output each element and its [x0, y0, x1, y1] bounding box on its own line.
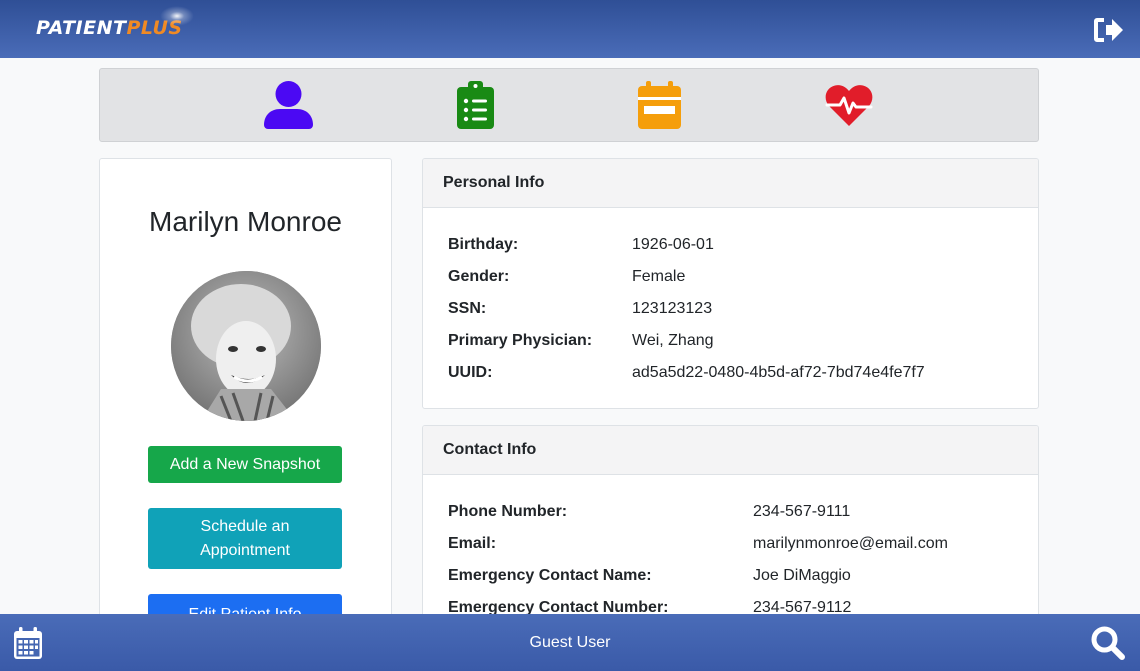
physician-label: Primary Physician: — [448, 332, 593, 349]
contact-info-title: Contact Info — [423, 426, 1038, 475]
bottom-navbar: Guest User — [0, 614, 1140, 671]
logo-flare — [160, 6, 194, 26]
logo-text-main: PATIENT — [36, 17, 127, 39]
phone-label: Phone Number: — [448, 503, 568, 520]
clipboard-list-icon[interactable] — [457, 81, 494, 134]
uuid-label: UUID: — [448, 364, 493, 381]
search-icon[interactable] — [1091, 626, 1125, 665]
birthday-label: Birthday: — [448, 236, 519, 253]
ssn-value: 123123123 — [632, 300, 713, 317]
email-value: marilynmonroe@email.com — [753, 535, 948, 552]
email-label: Email: — [448, 535, 497, 552]
section-icon-bar — [99, 68, 1039, 142]
calendar-icon[interactable] — [14, 627, 42, 664]
add-snapshot-button[interactable]: Add a New Snapshot — [148, 446, 342, 483]
top-navbar: PATIENTPLUS — [0, 0, 1140, 58]
phone-value: 234-567-9111 — [753, 503, 851, 520]
emergency-name-value: Joe DiMaggio — [753, 567, 851, 584]
patient-photo — [171, 271, 321, 421]
gender-label: Gender: — [448, 268, 510, 285]
calendar-icon[interactable] — [638, 81, 681, 134]
uuid-value: ad5a5d22-0480-4b5d-af72-7bd74e4fe7f7 — [632, 364, 925, 381]
birthday-value: 1926-06-01 — [632, 236, 714, 253]
schedule-appointment-button[interactable]: Schedule an Appointment — [148, 508, 342, 569]
emergency-name-label: Emergency Contact Name: — [448, 567, 652, 584]
user-icon[interactable] — [264, 81, 313, 134]
sign-out-icon[interactable] — [1092, 14, 1124, 46]
personal-info-title: Personal Info — [423, 159, 1038, 208]
heartbeat-icon[interactable] — [825, 84, 873, 131]
current-user-label: Guest User — [529, 634, 611, 651]
gender-value: Female — [632, 268, 686, 285]
patient-name: Marilyn Monroe — [149, 206, 342, 237]
ssn-label: SSN: — [448, 300, 487, 317]
physician-value: Wei, Zhang — [632, 332, 714, 349]
